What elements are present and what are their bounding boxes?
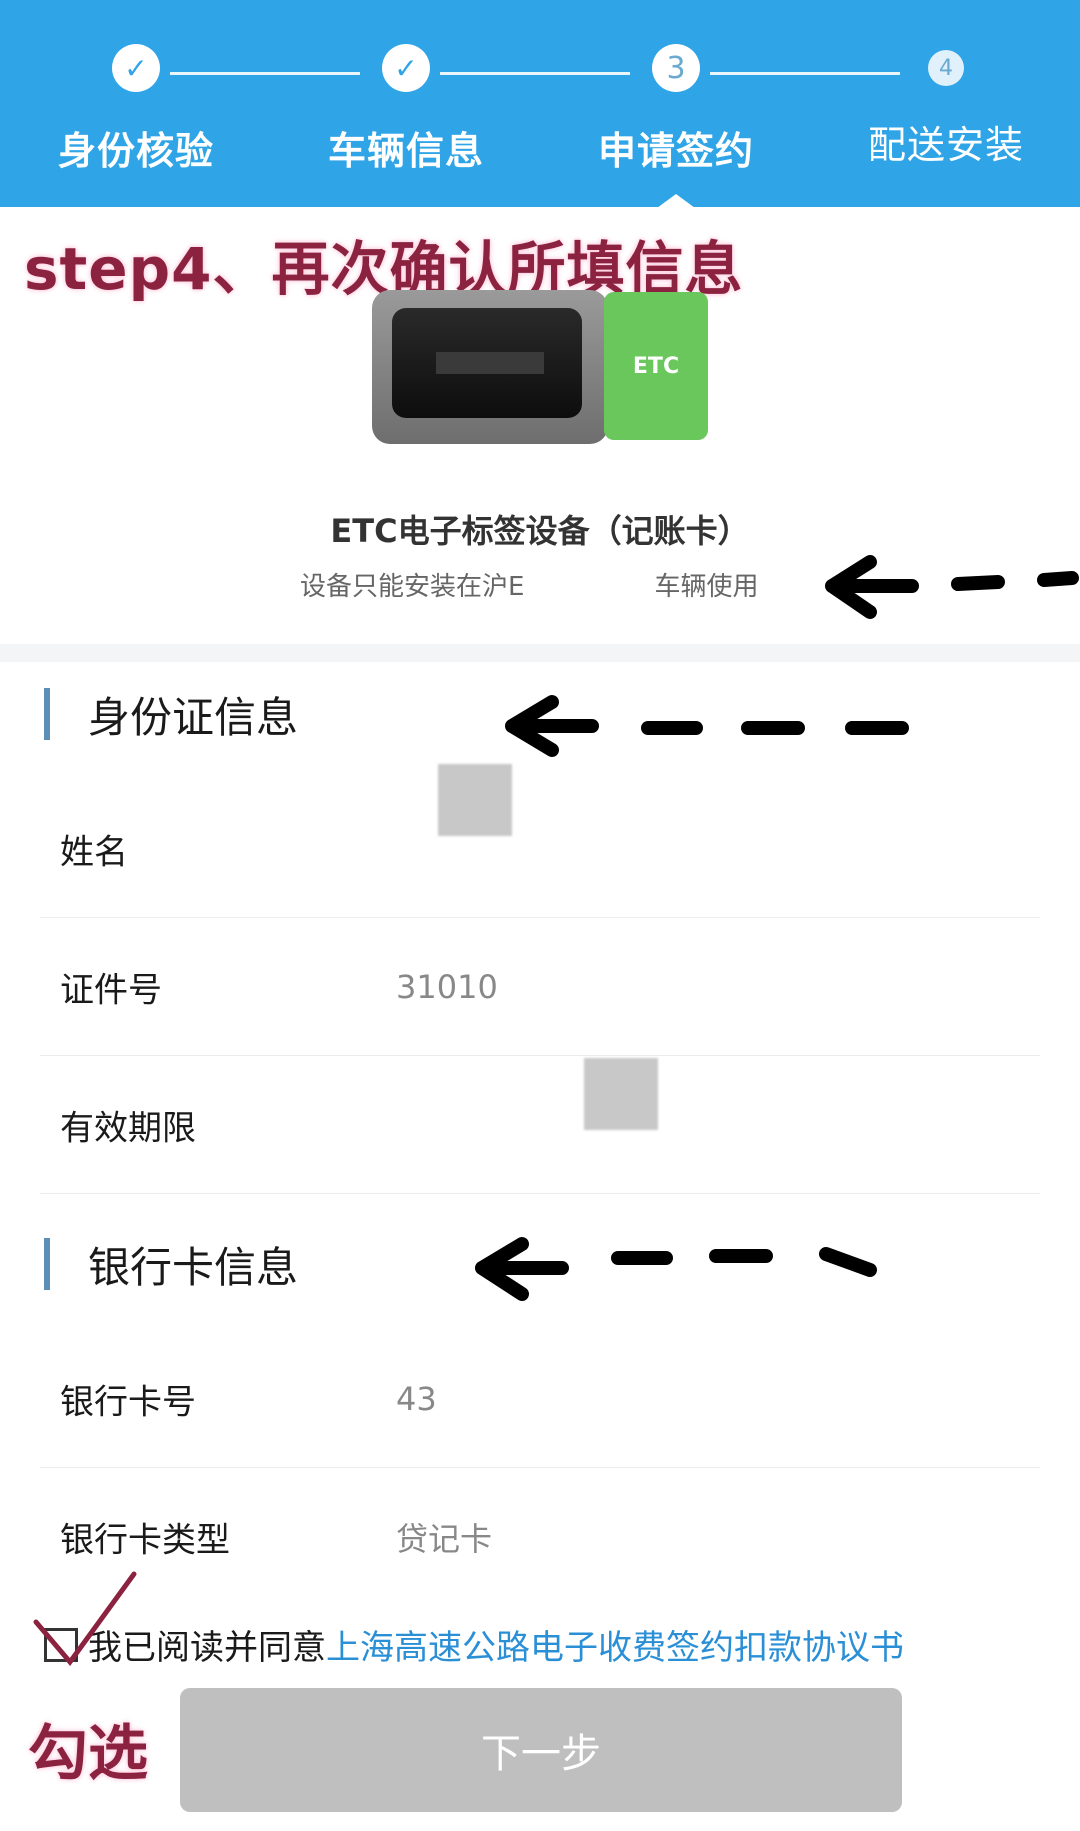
device-screen — [392, 308, 582, 418]
agreement-row: 我已阅读并同意 上海高速公路电子收费签约扣款协议书 — [44, 1620, 904, 1669]
field-value: 31010 — [396, 968, 498, 1006]
device-note: 设备只能安装在沪E 车辆使用 — [300, 566, 758, 603]
agreement-link[interactable]: 上海高速公路电子收费签约扣款协议书 — [326, 1620, 904, 1669]
step-label: 配送安装 — [867, 123, 1024, 167]
device-note-left: 设备只能安装在沪E — [300, 572, 525, 602]
step-vehicle-info: ✓ 车辆信息 — [296, 44, 516, 175]
id-row-name: 姓名 — [40, 780, 1040, 918]
step-label: 申请签约 — [597, 129, 754, 173]
next-step-button[interactable]: 下一步 — [180, 1688, 902, 1812]
section-bar — [44, 688, 50, 740]
id-row-validity: 有效期限 — [40, 1056, 1040, 1194]
field-label: 有效期限 — [60, 1108, 196, 1149]
step-label: 车辆信息 — [327, 129, 484, 173]
device-title: ETC电子标签设备（记账卡） — [330, 512, 750, 550]
annotation-check-note: 勾选 — [28, 1719, 148, 1789]
field-label: 姓名 — [60, 832, 128, 873]
etc-device-image: ETC — [372, 288, 712, 448]
section-bar — [44, 1238, 50, 1290]
field-label: 银行卡号 — [60, 1382, 196, 1423]
step-number: 4 — [928, 50, 964, 86]
field-value: 贷记卡 — [396, 1520, 493, 1558]
step-apply-sign: 3 申请签约 — [566, 44, 786, 175]
check-icon: ✓ — [382, 44, 430, 92]
device-note-right: 车辆使用 — [654, 572, 759, 602]
progress-stepper: ✓ 身份核验 ✓ 车辆信息 3 申请签约 4 配送安装 — [0, 0, 1080, 208]
redacted-validity — [584, 1058, 658, 1130]
bank-row-card-number: 银行卡号 43 — [40, 1330, 1040, 1468]
section-divider — [0, 644, 1080, 662]
field-label: 证件号 — [60, 970, 162, 1011]
id-row-number: 证件号 31010 — [40, 918, 1040, 1056]
bank-row-card-type: 银行卡类型 贷记卡 — [40, 1468, 1040, 1606]
bank-section-title: 银行卡信息 — [44, 1234, 298, 1295]
device-body — [372, 290, 608, 444]
current-step-pointer — [657, 194, 695, 208]
id-section-title: 身份证信息 — [44, 684, 298, 745]
handdrawn-check-icon — [33, 1571, 137, 1667]
check-icon: ✓ — [112, 44, 160, 92]
step-number: 3 — [652, 44, 700, 92]
step-identity-verification: ✓ 身份核验 — [26, 44, 246, 175]
annotation-arrow-icon — [825, 555, 1079, 619]
step-label: 身份核验 — [57, 129, 214, 173]
step-delivery-install: 4 配送安装 — [836, 44, 1056, 169]
annotation-arrow-icon — [475, 1237, 877, 1301]
redacted-name — [438, 764, 512, 836]
field-value: 43 — [396, 1380, 437, 1418]
annotation-arrow-icon — [505, 695, 909, 757]
etc-card: ETC — [604, 292, 708, 440]
field-label: 银行卡类型 — [60, 1520, 230, 1561]
